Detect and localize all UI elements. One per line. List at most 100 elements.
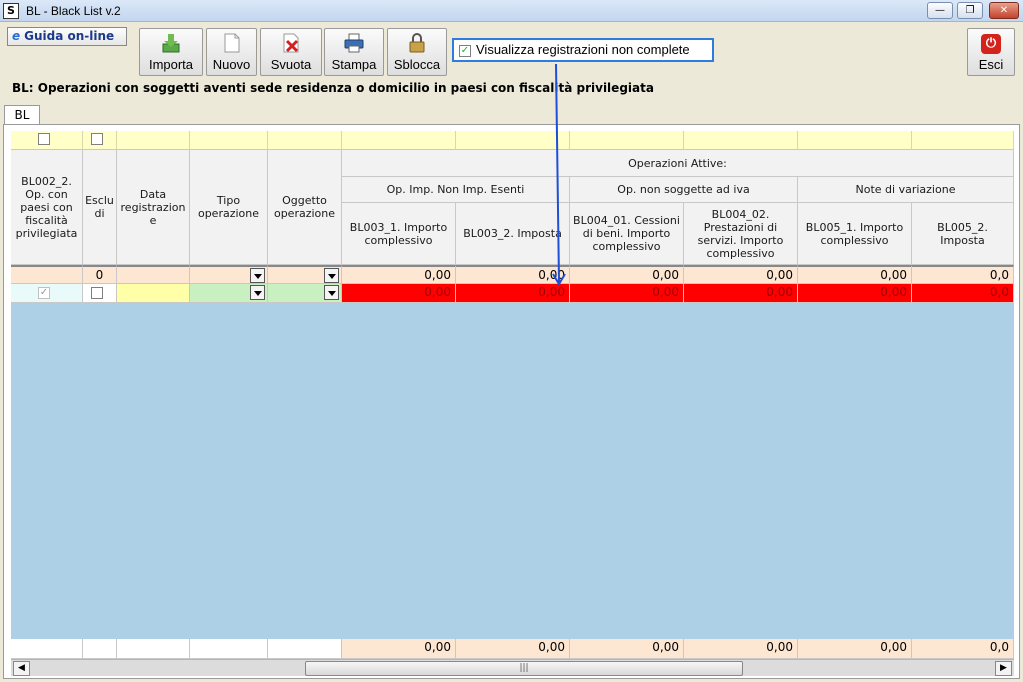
subgroup-header: Op. non soggette ad iva bbox=[570, 177, 798, 203]
data-registrazione-input[interactable] bbox=[117, 284, 190, 303]
tipo-filter-cell[interactable] bbox=[190, 265, 268, 284]
filter-cell[interactable] bbox=[268, 131, 342, 150]
escludi-cell[interactable] bbox=[83, 284, 117, 303]
clear-x-icon bbox=[283, 33, 299, 53]
dropdown-arrow-icon[interactable] bbox=[250, 268, 265, 283]
guida-online-label: Guida on-line bbox=[24, 29, 115, 43]
power-exit-icon: ⏻ bbox=[981, 34, 1001, 54]
summary-cell bbox=[11, 265, 83, 284]
data-cell[interactable]: 0,0 bbox=[912, 284, 1014, 303]
scroll-left-icon[interactable]: ◀ bbox=[13, 661, 30, 676]
column-header[interactable]: BL005_2. Imposta bbox=[912, 203, 1014, 265]
esci-button[interactable]: ⏻ Esci bbox=[967, 28, 1015, 76]
import-icon bbox=[162, 34, 180, 53]
oggetto-filter-cell[interactable] bbox=[268, 265, 342, 284]
data-cell[interactable]: 0,00 bbox=[456, 284, 570, 303]
window-title: BL - Black List v.2 bbox=[26, 4, 121, 18]
svuota-button[interactable]: Svuota bbox=[260, 28, 322, 76]
filter-checkbox[interactable] bbox=[91, 133, 103, 145]
svuota-label: Svuota bbox=[270, 57, 312, 72]
padlock-icon bbox=[409, 33, 425, 53]
show-incomplete-toggle[interactable]: ✓ Visualizza registrazioni non complete bbox=[452, 38, 714, 62]
escludi-checkbox[interactable] bbox=[91, 287, 103, 299]
footer-total: 0,00 bbox=[342, 639, 456, 659]
stampa-button[interactable]: Stampa bbox=[324, 28, 384, 76]
column-header[interactable]: BL003_2. Imposta bbox=[456, 203, 570, 265]
nuovo-label: Nuovo bbox=[212, 57, 251, 72]
footer-total: 0,0 bbox=[912, 639, 1014, 659]
oggetto-operazione-select[interactable] bbox=[268, 284, 342, 303]
horizontal-scrollbar[interactable]: ◀ ||| ▶ bbox=[11, 659, 1014, 676]
column-header[interactable]: BL005_1. Importo complessivo bbox=[798, 203, 912, 265]
summary-value: 0,00 bbox=[456, 265, 570, 284]
scroll-thumb[interactable]: ||| bbox=[305, 661, 743, 676]
data-cell[interactable]: 0,00 bbox=[342, 284, 456, 303]
dropdown-arrow-icon[interactable] bbox=[324, 268, 339, 283]
column-header[interactable]: BL004_02. Prestazioni di servizi. Import… bbox=[684, 203, 798, 265]
tab-bl[interactable]: BL bbox=[4, 105, 40, 125]
summary-value: 0,00 bbox=[798, 265, 912, 284]
filter-cell[interactable] bbox=[456, 131, 570, 150]
summary-cell bbox=[117, 265, 190, 284]
title-bar: S BL - Black List v.2 — ❐ ✕ bbox=[0, 0, 1023, 22]
data-cell[interactable]: 0,00 bbox=[570, 284, 684, 303]
filter-cell[interactable] bbox=[83, 131, 117, 150]
page-title: BL: Operazioni con soggetti aventi sede … bbox=[12, 81, 654, 95]
nuovo-button[interactable]: Nuovo bbox=[206, 28, 257, 76]
column-header[interactable]: BL002_2. Op. con paesi con fiscalità pri… bbox=[11, 150, 83, 265]
filter-cell[interactable] bbox=[912, 131, 1014, 150]
importa-label: Importa bbox=[148, 57, 194, 72]
summary-value: 0,00 bbox=[342, 265, 456, 284]
escludi-count: 0 bbox=[83, 265, 117, 284]
printer-icon bbox=[344, 33, 364, 53]
filter-cell[interactable] bbox=[798, 131, 912, 150]
footer-cell bbox=[117, 639, 190, 659]
footer-total: 0,00 bbox=[798, 639, 912, 659]
app-icon: S bbox=[3, 3, 19, 19]
subgroup-header: Note di variazione bbox=[798, 177, 1014, 203]
subgroup-header: Op. Imp. Non Imp. Esenti bbox=[342, 177, 570, 203]
footer-total: 0,00 bbox=[684, 639, 798, 659]
filter-cell[interactable] bbox=[117, 131, 190, 150]
data-cell[interactable]: 0,00 bbox=[798, 284, 912, 303]
footer-cell bbox=[83, 639, 117, 659]
guida-online-button[interactable]: e Guida on-line bbox=[7, 27, 127, 46]
minimize-button[interactable]: — bbox=[927, 2, 953, 19]
summary-value: 0,0 bbox=[912, 265, 1014, 284]
filter-cell[interactable] bbox=[570, 131, 684, 150]
column-header[interactable]: Tipo operazione bbox=[190, 150, 268, 265]
summary-value: 0,00 bbox=[684, 265, 798, 284]
column-header[interactable]: BL004_01. Cessioni di beni. Importo comp… bbox=[570, 203, 684, 265]
filter-cell[interactable] bbox=[342, 131, 456, 150]
tipo-operazione-select[interactable] bbox=[190, 284, 268, 303]
footer-cell bbox=[11, 639, 83, 659]
close-button[interactable]: ✕ bbox=[989, 2, 1019, 19]
filter-cell[interactable] bbox=[684, 131, 798, 150]
restore-button[interactable]: ❐ bbox=[957, 2, 983, 19]
filter-cell[interactable] bbox=[190, 131, 268, 150]
data-cell[interactable]: 0,00 bbox=[684, 284, 798, 303]
sblocca-label: Sblocca bbox=[393, 57, 441, 72]
dropdown-arrow-icon[interactable] bbox=[250, 285, 265, 300]
table-row-flag-cell[interactable]: ✓ bbox=[11, 284, 83, 303]
esci-label: Esci bbox=[978, 57, 1004, 72]
column-header[interactable]: Data registrazion e bbox=[117, 150, 190, 265]
column-header[interactable]: BL003_1. Importo complessivo bbox=[342, 203, 456, 265]
summary-value: 0,00 bbox=[570, 265, 684, 284]
data-grid[interactable]: BL002_2. Op. con paesi con fiscalità pri… bbox=[11, 131, 1014, 659]
column-header[interactable]: Esclu di bbox=[83, 150, 117, 265]
dropdown-arrow-icon[interactable] bbox=[324, 285, 339, 300]
sblocca-button[interactable]: Sblocca bbox=[387, 28, 447, 76]
new-document-icon bbox=[224, 33, 239, 53]
paesi-checkbox[interactable]: ✓ bbox=[38, 287, 50, 299]
show-incomplete-checkbox[interactable]: ✓ bbox=[459, 44, 471, 57]
scroll-right-icon[interactable]: ▶ bbox=[995, 661, 1012, 676]
filter-checkbox[interactable] bbox=[38, 133, 50, 145]
group-header: Operazioni Attive: bbox=[342, 150, 1014, 177]
column-header[interactable]: Oggetto operazione bbox=[268, 150, 342, 265]
footer-total: 0,00 bbox=[456, 639, 570, 659]
show-incomplete-label: Visualizza registrazioni non complete bbox=[476, 42, 690, 57]
stampa-label: Stampa bbox=[331, 57, 377, 72]
importa-button[interactable]: Importa bbox=[139, 28, 203, 76]
filter-cell[interactable] bbox=[11, 131, 83, 150]
